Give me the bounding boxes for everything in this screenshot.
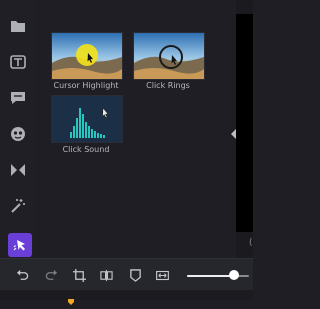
- folder-icon[interactable]: [8, 16, 28, 36]
- undo-icon[interactable]: [15, 268, 29, 282]
- click-sound-thumbnail[interactable]: [51, 95, 123, 143]
- zoom-slider-track[interactable]: [187, 275, 249, 277]
- crop-icon[interactable]: [72, 268, 86, 282]
- cursor-highlight-label: Cursor Highlight: [53, 81, 119, 90]
- click-rings-thumbnail[interactable]: [133, 32, 205, 80]
- split-icon[interactable]: [99, 268, 113, 282]
- zoom-slider-knob[interactable]: [228, 270, 239, 280]
- comment-icon[interactable]: [8, 88, 28, 108]
- preview-header: [236, 0, 253, 14]
- timeline-ruler: [0, 290, 253, 300]
- cursor-effects-panel: Cursor Highlight Click Rings Click Sound: [36, 0, 232, 258]
- cursor-effects-icon[interactable]: [8, 233, 32, 257]
- preview-time-text: (: [249, 238, 253, 248]
- marker-icon[interactable]: [128, 268, 142, 282]
- video-preview: [236, 0, 253, 258]
- click-sound-label: Click Sound: [62, 145, 110, 154]
- left-icon-rail: [0, 0, 36, 258]
- preview-footer: (: [236, 232, 253, 258]
- zoom-slider-fill: [187, 275, 234, 277]
- text-icon[interactable]: [8, 52, 28, 72]
- timeline-toolbar: [0, 258, 253, 291]
- click-rings-label: Click Rings: [146, 81, 190, 90]
- transition-icon[interactable]: [8, 160, 28, 180]
- fit-width-icon[interactable]: [155, 268, 169, 282]
- magic-wand-icon[interactable]: [8, 196, 28, 216]
- sticker-icon[interactable]: [8, 124, 28, 144]
- playhead-marker[interactable]: [68, 290, 74, 305]
- redo-icon[interactable]: [44, 268, 58, 282]
- cursor-highlight-thumbnail[interactable]: [51, 32, 123, 80]
